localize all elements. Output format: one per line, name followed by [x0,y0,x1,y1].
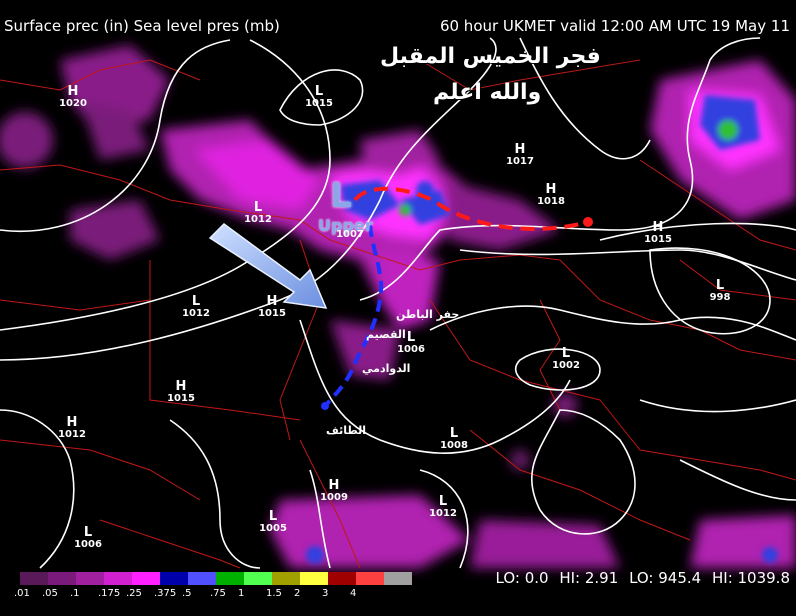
legend-label: .375 [154,588,177,599]
pressure-center: L 998 [709,278,731,303]
legend-swatch [216,572,244,585]
pressure-center: L 1012 [429,494,457,519]
legend-swatch [188,572,216,585]
arabic-title-line2: والله اعلم [433,80,542,105]
city-label-dawadmi: الدوادمي [362,362,411,375]
legend-swatch [48,572,76,585]
legend-swatch [356,572,384,585]
legend-label: 1 [238,588,245,599]
legend-label: .175 [98,588,121,599]
header-field-title: Surface prec (in) Sea level pres (mb) [4,17,280,35]
legend-swatch [160,572,188,585]
legend-swatch [328,572,356,585]
legend-label: .05 [42,588,58,599]
pressure-center: L 1006 [74,525,102,550]
pressure-center: L 1012 [182,294,210,319]
legend-swatch [300,572,328,585]
legend-swatch [132,572,160,585]
pressure-center: L 1012 [244,200,272,225]
pressure-center: L 1005 [259,509,287,534]
legend-label: .25 [126,588,142,599]
upper-low-symbol: L [330,176,352,216]
legend-label: 3 [322,588,329,599]
legend-swatch [272,572,300,585]
pressure-center: 1007 [336,229,364,240]
legend-label: .1 [70,588,80,599]
legend-label: 2 [294,588,301,599]
pressure-center: L 1008 [440,426,468,451]
trough-end-marker [321,402,329,410]
pressure-center: H 1012 [58,415,86,440]
legend-swatch [20,572,48,585]
legend-swatch [244,572,272,585]
legend-label: .75 [210,588,226,599]
pressure-center: H 1015 [258,294,286,319]
hi-pressure: HI: 1039.8 [711,569,790,587]
pressure-center: H 1009 [320,478,348,503]
arabic-title-line1: فجر الخميس المقبل [380,44,601,69]
front-end-marker [583,217,593,227]
lo-pressure: LO: 945.4 [629,569,702,587]
pressure-center: L 1015 [305,84,333,109]
header-model-valid-time: 60 hour UKMET valid 12:00 AM UTC 19 May … [439,17,790,35]
stats-readout: LO: 0.0 HI: 2.91 LO: 945.4 HI: 1039.8 [490,569,790,587]
precip-legend-labels: .01 .05 .1 .175 .25 .375 .5 .75 1 1.5 2 3 4 [14,588,414,602]
lo-precip: LO: 0.0 [495,569,549,587]
pressure-center: L 1002 [552,346,580,371]
pressure-center: H 1020 [59,84,87,109]
legend-label: .5 [182,588,192,599]
pressure-center: H 1015 [167,379,195,404]
legend-label: .01 [14,588,30,599]
pressure-center: H 1018 [537,182,565,207]
legend-swatch [384,572,412,585]
pressure-center: H 1015 [644,220,672,245]
city-label-taif: الطائف [326,424,366,437]
hi-precip: HI: 2.91 [559,569,619,587]
legend-swatch [76,572,104,585]
precip-color-legend [20,572,412,585]
city-label-qassim: القصيم [366,328,406,341]
legend-label: 4 [350,588,357,599]
legend-label: 1.5 [266,588,282,599]
pressure-center: H 1017 [506,142,534,167]
legend-swatch [104,572,132,585]
city-label-hafr-albatin: حفر الباطن [396,308,460,321]
